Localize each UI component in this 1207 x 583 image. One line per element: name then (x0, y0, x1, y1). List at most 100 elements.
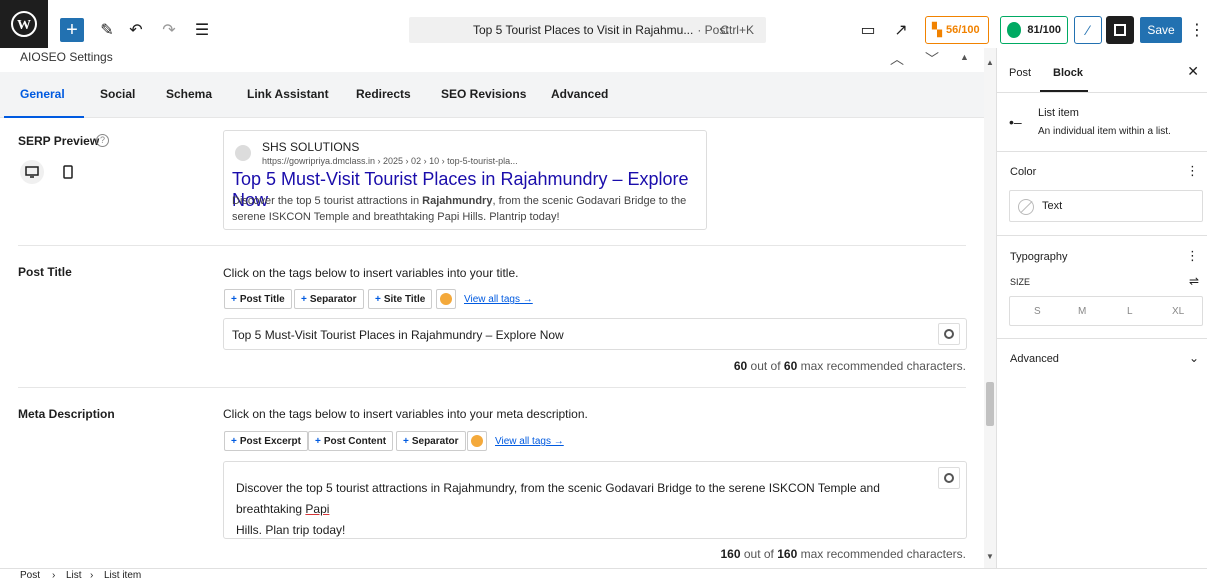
shortcut-hint: Ctrl+K (720, 23, 754, 37)
custom-size-settings-icon[interactable]: ⇌ (1189, 274, 1199, 288)
tag-label: Separator (411, 435, 459, 447)
help-icon[interactable]: ? (96, 134, 109, 147)
breadcrumb-list[interactable]: List (66, 570, 82, 581)
sidebar-tab-post[interactable]: Post (1009, 67, 1031, 79)
undo-icon[interactable]: ↶ (127, 20, 145, 40)
tag-post-content-button[interactable]: + Post Content (308, 431, 394, 451)
meta-description-label: Meta Description (18, 407, 115, 421)
post-title-input[interactable]: Top 5 Must-Visit Tourist Places in Rajah… (223, 318, 967, 350)
meta-desc-text-line2: Hills. Plan trip today! (236, 523, 346, 537)
tag-site-title-button[interactable]: + Site Title (368, 289, 433, 309)
external-view-icon[interactable]: ↗ (891, 20, 911, 40)
serp-description: Discover the top 5 tourist attractions i… (232, 193, 702, 225)
sidebar-tab-block[interactable]: Block (1053, 67, 1083, 79)
counter-suffix: max recommended characters. (800, 547, 966, 561)
chevron-up-icon[interactable]: ︿ (890, 49, 904, 69)
tab-general[interactable]: General (20, 87, 65, 101)
view-all-tags-link[interactable]: View all tags → (464, 294, 533, 305)
tag-label: Post Title (239, 293, 285, 305)
serp-preview-card: SHS SOLUTIONS https://gowripriya.dmclass… (223, 130, 707, 230)
sidebar-divider (997, 235, 1207, 236)
tab-social[interactable]: Social (100, 87, 135, 101)
post-title-value: Top 5 Must-Visit Tourist Places in Rajah… (232, 328, 564, 342)
tab-link-assistant[interactable]: Link Assistant (247, 87, 329, 101)
redo-icon[interactable]: ↷ (160, 20, 178, 40)
chevron-down-icon[interactable]: ﹀ (925, 49, 939, 69)
font-size-picker: S M L XL (1009, 296, 1203, 326)
tab-seo-revisions[interactable]: SEO Revisions (441, 87, 526, 101)
scroll-down-arrow-icon[interactable]: ▼ (986, 552, 994, 561)
options-menu-icon[interactable]: ⋮ (1189, 18, 1205, 42)
mobile-preview-icon[interactable] (56, 160, 80, 184)
tag-label: Site Title (383, 293, 426, 305)
block-name: List item (1038, 107, 1079, 119)
post-title-counter: 60 out of 60 max recommended characters. (734, 359, 966, 373)
pencil-tool-icon[interactable]: ✎ (98, 20, 116, 40)
meta-description-input[interactable]: Discover the top 5 tourist attractions i… (223, 461, 967, 539)
meta-desc-spellcheck-word: Papi (305, 502, 330, 516)
svg-text:W: W (17, 18, 31, 33)
tag-post-excerpt-button[interactable]: + Post Excerpt (224, 431, 308, 451)
add-block-button[interactable]: + (60, 18, 84, 42)
tag-separator-button[interactable]: + Separator (396, 431, 466, 451)
wordpress-logo-icon[interactable]: W (0, 0, 48, 48)
counter-out-of: out of (750, 359, 781, 373)
sidebar-divider (997, 151, 1207, 152)
scrollbar-thumb[interactable] (986, 382, 994, 426)
typography-section-label: Typography (1010, 251, 1068, 263)
close-icon[interactable]: ✕ (1187, 63, 1199, 80)
text-color-control[interactable]: Text (1009, 190, 1203, 222)
view-all-tags-link[interactable]: View all tags → (495, 436, 564, 447)
aioseo-tabs: General Social Schema Link Assistant Red… (0, 72, 984, 118)
color-section-label: Color (1010, 166, 1037, 178)
panel-scrollbar[interactable]: ▲ ▼ (984, 48, 996, 568)
size-option-m[interactable]: M (1078, 306, 1086, 317)
breadcrumb-list-item[interactable]: List item (104, 570, 141, 581)
emoji-insert-icon[interactable] (938, 323, 960, 345)
serp-desc-keyword: Rajahmundry (422, 195, 493, 207)
meta-description-counter: 160 out of 160 max recommended character… (720, 547, 966, 561)
aioseo-icon: ▚ (932, 22, 942, 37)
tab-schema[interactable]: Schema (166, 87, 212, 101)
ai-magic-wand-button[interactable]: ⁄ (1074, 16, 1102, 44)
list-item-block-icon: •– (1009, 114, 1022, 130)
serp-desc-start: Discover the top 5 tourist attractions i… (232, 195, 423, 207)
seo-score-green-badge[interactable]: 81/100 (1000, 16, 1068, 44)
meta-description-value: Discover the top 5 tourist attractions i… (236, 478, 926, 541)
section-divider (18, 245, 966, 246)
breadcrumb-chevron-icon: › (52, 570, 56, 581)
desktop-preview-icon[interactable] (20, 160, 44, 184)
block-description: An individual item within a list. (1038, 126, 1171, 137)
save-button[interactable]: Save (1140, 17, 1182, 43)
typography-options-icon[interactable]: ⋮ (1186, 248, 1199, 264)
scroll-up-arrow-icon[interactable]: ▲ (986, 58, 994, 67)
seo-score-orange-badge[interactable]: ▚ 56/100 (925, 16, 989, 44)
panel-header: AIOSEO Settings ︿ ﹀ ▲ (0, 48, 984, 70)
serp-site-name: SHS SOLUTIONS (262, 140, 360, 154)
color-options-icon[interactable]: ⋮ (1186, 163, 1199, 179)
emoji-picker-icon[interactable] (436, 289, 456, 309)
settings-sidebar-toggle[interactable] (1106, 16, 1134, 44)
emoji-insert-icon[interactable] (938, 467, 960, 489)
counter-out-of: out of (743, 547, 774, 561)
chevron-down-icon[interactable]: ⌄ (1189, 351, 1199, 365)
preview-device-icon[interactable]: ▭ (858, 20, 878, 40)
tag-separator-button[interactable]: + Separator (294, 289, 364, 309)
advanced-section-toggle[interactable]: Advanced (1010, 353, 1059, 365)
command-palette-bar[interactable]: Top 5 Tourist Places to Visit in Rajahmu… (409, 17, 766, 43)
size-option-xl[interactable]: XL (1172, 306, 1184, 317)
document-overview-icon[interactable]: ☰ (193, 20, 211, 40)
size-option-l[interactable]: L (1127, 306, 1133, 317)
aioseo-settings-panel: AIOSEO Settings ︿ ﹀ ▲ General Social Sch… (0, 48, 984, 568)
emoji-picker-icon[interactable] (467, 431, 487, 451)
serp-preview-label: SERP Preview (18, 134, 100, 148)
tag-post-title-button[interactable]: + Post Title (224, 289, 292, 309)
tag-label: Post Content (323, 435, 387, 447)
tab-advanced[interactable]: Advanced (551, 87, 608, 101)
breadcrumb-chevron-icon: › (90, 570, 94, 581)
size-option-s[interactable]: S (1034, 306, 1041, 317)
breadcrumb-post[interactable]: Post (20, 570, 40, 581)
tab-redirects[interactable]: Redirects (356, 87, 411, 101)
meta-desc-max: 160 (777, 547, 798, 561)
collapse-arrow-icon[interactable]: ▲ (960, 52, 969, 62)
